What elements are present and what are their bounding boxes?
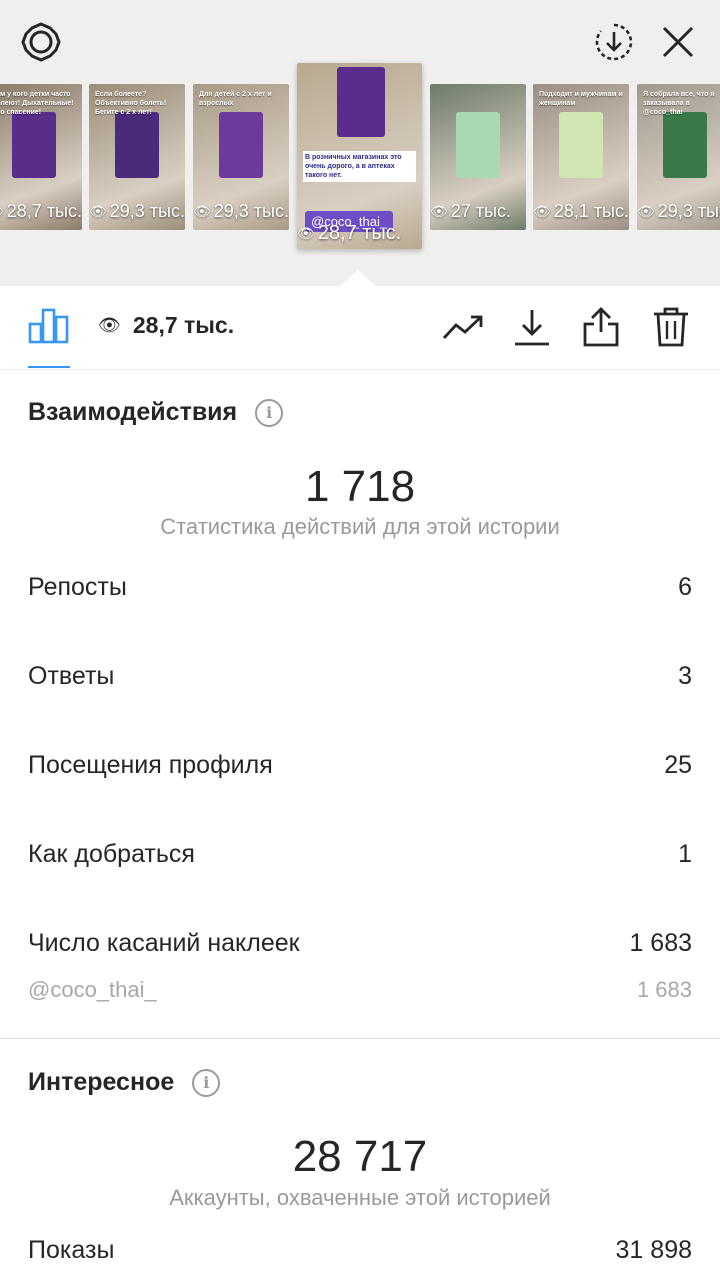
story-product-image <box>663 112 707 178</box>
eye-icon: 👁 <box>297 225 315 241</box>
story-product-image <box>456 112 500 178</box>
eye-icon: 👁 <box>89 203 107 219</box>
story-product-image <box>115 112 159 178</box>
stat-value: 6 <box>678 573 692 601</box>
stat-value: 1 683 <box>629 929 692 957</box>
stat-row-get-directions: Как добраться 1 <box>28 840 692 869</box>
story-views-value: 29,3 тыс. <box>213 201 289 221</box>
promote-trend-icon[interactable] <box>440 304 486 350</box>
discovery-title: Интересное <box>28 1068 175 1096</box>
story-thumbnail[interactable]: Подходит и мужчинам и женщинам 👁 28,1 тыс. <box>533 84 629 230</box>
story-thumbnail[interactable]: Я собрала все, что я заказывала в @coco_… <box>637 84 720 230</box>
story-caption: В розничных магазинах это очень дорого, … <box>303 151 416 182</box>
active-story-pointer <box>340 270 376 286</box>
discovery-total: 28 717 <box>292 1132 428 1181</box>
story-view-count: 👁29,3 тыс. <box>89 201 185 222</box>
interactions-total: 1 718 <box>304 462 416 511</box>
story-caption: Для детей с 2 х лет и взрослых <box>199 91 272 107</box>
story-toolbar: 👁 28,7 тыс. <box>0 286 720 370</box>
eye-icon: 👁 <box>430 203 448 219</box>
stories-strip-area: Там у кого детки часто болеют! Дыхательн… <box>0 0 720 286</box>
stat-row-impressions: Показы 31 898 <box>28 1236 692 1265</box>
views-summary: 👁 28,7 тыс. <box>98 312 234 339</box>
story-product-image <box>337 67 385 137</box>
stat-value: 31 898 <box>615 1236 692 1264</box>
delete-trash-icon[interactable] <box>648 304 694 350</box>
story-view-count: 👁29,3 тыс. <box>193 201 289 222</box>
eye-icon: 👁 <box>98 315 121 335</box>
story-views-value: 27 тыс. <box>450 201 511 221</box>
stat-value: 1 <box>678 840 692 868</box>
eye-icon: 👁 <box>637 203 655 219</box>
stat-label: Показы <box>28 1236 115 1264</box>
story-views-value: 29,3 тыс. <box>109 201 185 221</box>
stat-row-replies: Ответы 3 <box>28 662 692 691</box>
story-product-image <box>12 112 56 178</box>
stat-row-sticker-taps: Число касаний наклеек 1 683 <box>28 929 692 958</box>
interactions-header: Взаимодействия i <box>28 398 284 427</box>
story-product-image <box>219 112 263 178</box>
stat-label: Число касаний наклеек <box>28 929 300 957</box>
story-caption: Там у кого детки часто болеют! Дыхательн… <box>0 91 74 116</box>
story-caption: Подходит и мужчинам и женщинам <box>539 91 623 107</box>
interactions-caption: Статистика действий для этой истории <box>160 514 560 539</box>
story-thumbnails: Там у кого детки часто болеют! Дыхательн… <box>0 0 720 286</box>
story-view-count: 👁28,7 тыс. <box>297 222 401 245</box>
eye-icon: 👁 <box>533 203 551 219</box>
stat-label: Посещения профиля <box>28 751 273 779</box>
section-divider <box>0 1038 720 1039</box>
insights-tab-chart-icon[interactable] <box>24 300 74 350</box>
story-caption: Я собрала все, что я заказывала в @coco_… <box>643 91 715 116</box>
eye-icon: 👁 <box>193 203 211 219</box>
stat-sub-label: @coco_thai_ <box>28 977 157 1002</box>
info-icon[interactable]: i <box>192 1068 221 1097</box>
interactions-title: Взаимодействия <box>28 398 238 426</box>
story-views-value: 28,7 тыс. <box>6 201 82 221</box>
stat-value: 25 <box>664 751 692 779</box>
discovery-caption: Аккаунты, охваченные этой историей <box>169 1185 551 1210</box>
eye-icon: 👁 <box>0 203 4 220</box>
story-thumbnail[interactable]: Если болеете? Объективно болеть! Бегите … <box>89 84 185 230</box>
share-icon[interactable] <box>578 304 624 350</box>
info-icon[interactable]: i <box>255 398 284 427</box>
stat-row-reposts: Репосты 6 <box>28 573 692 602</box>
story-product-image <box>559 112 603 178</box>
stat-label: Ответы <box>28 662 115 690</box>
story-caption: Если болеете? Объективно болеть! Бегите … <box>95 91 167 116</box>
stat-label: Репосты <box>28 573 127 601</box>
story-thumbnail[interactable]: 👁 27 тыс. <box>430 84 526 230</box>
stat-value: 3 <box>678 662 692 690</box>
story-thumbnail[interactable]: Для детей с 2 х лет и взрослых 👁 29,3 тыс. <box>193 84 289 230</box>
story-views-value: 28,1 тыс. <box>553 201 629 221</box>
save-download-icon[interactable] <box>509 304 555 350</box>
story-view-count: 👁 28,1 тыс. <box>533 201 629 222</box>
stat-sub-value: 1 683 <box>636 977 692 1002</box>
discovery-header: Интересное i <box>28 1068 221 1097</box>
story-view-count: 👁28,7 тыс. <box>0 201 82 222</box>
stat-row-sticker-handle: @coco_thai_ 1 683 <box>28 977 692 1003</box>
story-views-value: 29,3 тыс. <box>657 201 720 221</box>
story-view-count: 👁29,3 тыс. <box>637 201 720 222</box>
views-count: 28,7 тыс. <box>132 312 235 338</box>
story-thumbnail[interactable]: Там у кого детки часто болеют! Дыхательн… <box>0 84 82 230</box>
stat-row-profile-visits: Посещения профиля 25 <box>28 751 692 780</box>
active-tab-indicator <box>28 366 70 368</box>
story-views-value: 28,7 тыс. <box>317 222 402 244</box>
story-view-count: 👁 27 тыс. <box>430 201 511 222</box>
stat-label: Как добраться <box>28 840 195 868</box>
story-thumbnail[interactable]: В розничных магазинах это очень дорого, … <box>297 63 422 249</box>
